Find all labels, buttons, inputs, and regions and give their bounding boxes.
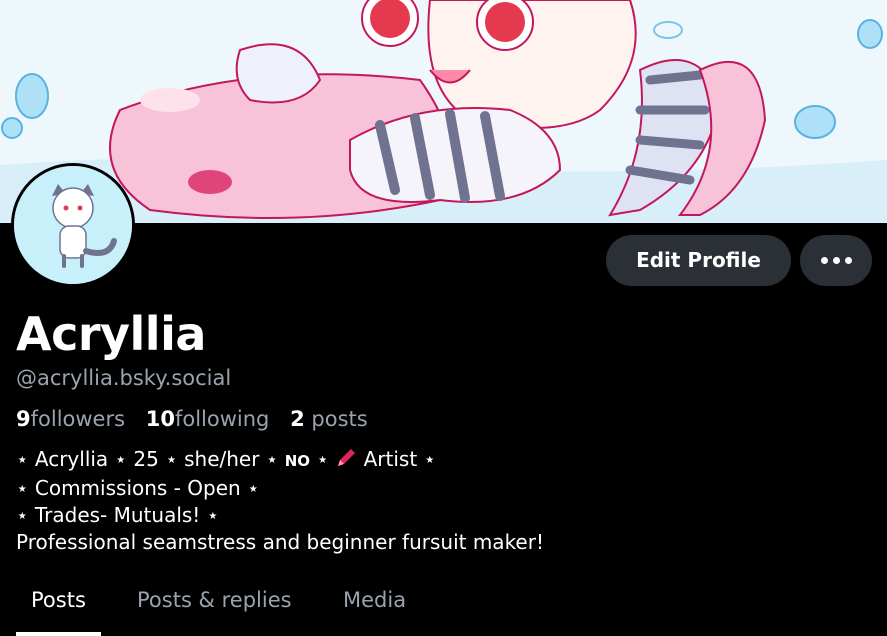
posts-label: posts — [311, 407, 368, 431]
banner-artwork — [0, 0, 887, 223]
edit-profile-button[interactable]: Edit Profile — [606, 235, 791, 286]
more-options-button[interactable] — [800, 235, 872, 286]
bio-no-text: NO — [284, 452, 310, 470]
profile-tabs: Posts Posts & replies Media — [0, 580, 887, 636]
profile-handle: @acryllia.bsky.social — [16, 366, 232, 390]
following-count: 10 — [145, 407, 175, 431]
posts-count: 2 — [290, 407, 305, 431]
bio-line-1-text: ⋆ Acryllia ⋆ 25 ⋆ she/her ⋆ — [16, 447, 285, 471]
tab-media[interactable]: Media — [343, 580, 406, 620]
followers-count: 9 — [16, 407, 31, 431]
profile-banner[interactable] — [0, 0, 887, 223]
following-link[interactable]: 10following — [146, 407, 270, 431]
posts-stat: 2 posts — [290, 407, 368, 431]
ellipsis-icon-dot — [832, 257, 840, 264]
profile-bio: ⋆ Acryllia ⋆ 25 ⋆ she/her ⋆ NO ⋆ Artist … — [16, 446, 544, 556]
active-tab-indicator — [16, 632, 101, 636]
bio-line-2: ⋆ Commissions - Open ⋆ — [16, 476, 260, 500]
profile-stats: 9followers 10following 2 posts — [16, 405, 368, 433]
bio-line-4: Professional seamstress and beginner fur… — [16, 530, 544, 554]
bio-line-3: ⋆ Trades- Mutuals! ⋆ — [16, 503, 220, 527]
bio-line-1: ⋆ Acryllia ⋆ 25 ⋆ she/her ⋆ NO ⋆ Artist … — [16, 446, 544, 475]
followers-link[interactable]: 9followers — [16, 407, 125, 431]
avatar-image — [14, 166, 132, 284]
tab-posts-and-replies[interactable]: Posts & replies — [137, 580, 292, 620]
bio-line-1-artist: Artist ⋆ — [357, 447, 437, 471]
ellipsis-icon — [820, 257, 828, 264]
ellipsis-icon-dot — [844, 257, 852, 264]
following-label: following — [174, 407, 270, 431]
followers-label: followers — [30, 407, 126, 431]
tab-posts[interactable]: Posts — [31, 580, 86, 620]
bio-line-1-sep: ⋆ — [310, 447, 336, 471]
profile-avatar[interactable] — [11, 163, 135, 287]
pencil-icon — [338, 449, 356, 466]
display-name: Acryllia — [16, 307, 206, 361]
